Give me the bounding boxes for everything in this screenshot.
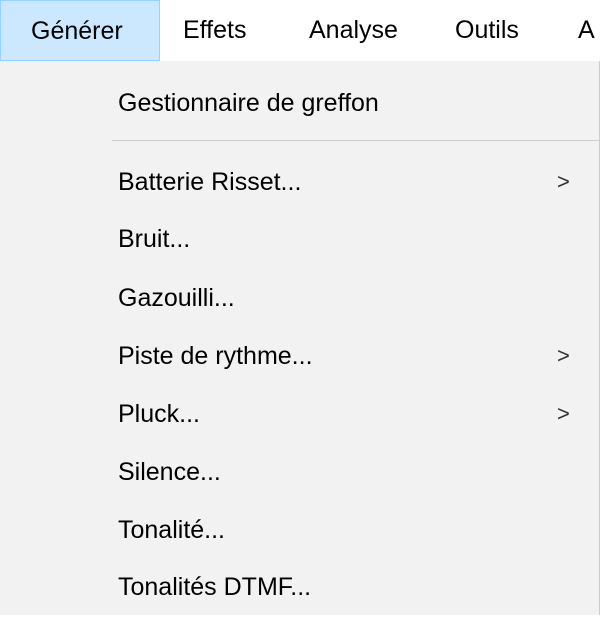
menu-item-label: Gazouilli...: [118, 284, 235, 312]
menu-item-tonalite[interactable]: Tonalité...: [0, 505, 600, 555]
menu-analyse[interactable]: Analyse: [309, 0, 398, 61]
menu-bar: Générer Effets Analyse Outils A: [0, 0, 600, 61]
menu-item-label: Piste de rythme...: [118, 342, 313, 370]
menu-generer[interactable]: Générer: [0, 0, 160, 61]
menu-item-gazouilli[interactable]: Gazouilli...: [0, 273, 600, 323]
chevron-right-icon: >: [557, 169, 570, 194]
menu-item-batterie-risset[interactable]: Batterie Risset... >: [0, 157, 600, 207]
menu-item-piste-de-rythme[interactable]: Piste de rythme... >: [0, 331, 600, 381]
menu-item-label: Silence...: [118, 458, 221, 486]
generer-dropdown-menu: Gestionnaire de greffon Batterie Risset.…: [0, 61, 600, 621]
menu-outils[interactable]: Outils: [455, 0, 519, 61]
menu-item-bruit[interactable]: Bruit...: [0, 214, 600, 264]
menu-item-silence[interactable]: Silence...: [0, 447, 600, 497]
menu-item-label: Tonalités DTMF...: [118, 573, 312, 601]
bottom-edge: [0, 615, 600, 621]
menu-item-label: Bruit...: [118, 225, 191, 253]
chevron-right-icon: >: [557, 343, 570, 368]
menu-partial-next[interactable]: A: [578, 0, 595, 61]
menu-item-label: Gestionnaire de greffon: [118, 89, 379, 117]
menu-item-gestionnaire-de-greffon[interactable]: Gestionnaire de greffon: [0, 78, 600, 128]
menu-item-tonalites-dtmf[interactable]: Tonalités DTMF...: [0, 562, 600, 612]
chevron-right-icon: >: [557, 401, 570, 426]
menu-item-label: Batterie Risset...: [118, 168, 302, 196]
menu-effets[interactable]: Effets: [183, 0, 246, 61]
menu-item-label: Tonalité...: [118, 516, 226, 544]
menu-separator: [112, 140, 600, 141]
menu-item-pluck[interactable]: Pluck... >: [0, 389, 600, 439]
menu-item-label: Pluck...: [118, 400, 200, 428]
